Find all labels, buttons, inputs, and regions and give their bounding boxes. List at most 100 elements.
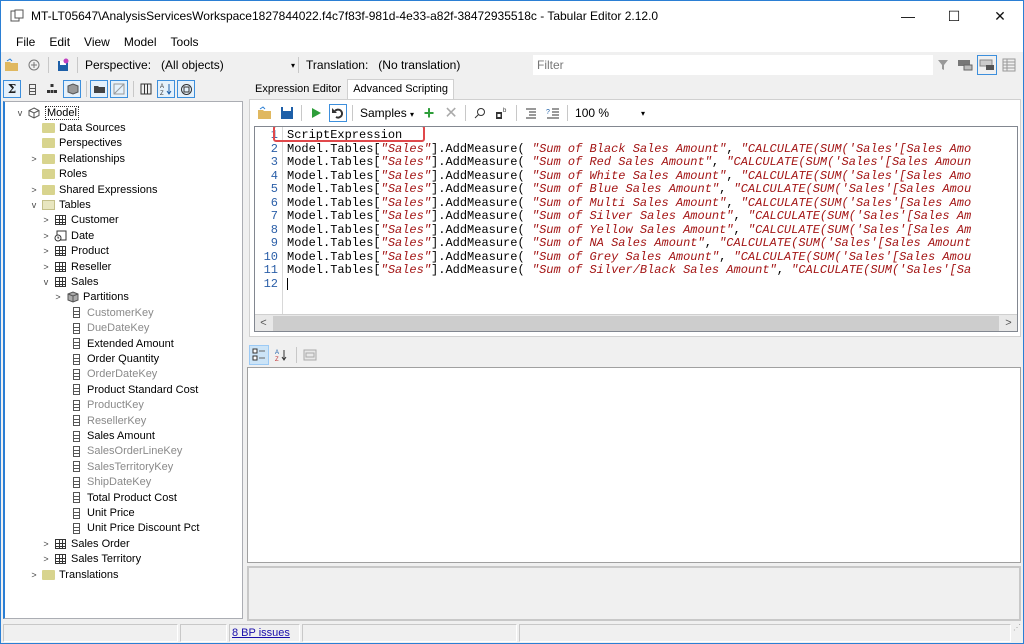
column-icon[interactable]: [23, 80, 41, 98]
tree-node[interactable]: Perspectives: [29, 136, 122, 151]
save-script-icon[interactable]: [278, 104, 296, 122]
menu-file[interactable]: File: [9, 35, 42, 49]
menu-view[interactable]: View: [77, 35, 117, 49]
open-folder-icon[interactable]: [3, 56, 21, 74]
model-tree[interactable]: v Model Data Sources Perspectives > Relatio…: [3, 101, 243, 619]
menu-model[interactable]: Model: [117, 35, 164, 49]
format-icon[interactable]: [522, 104, 540, 122]
horizontal-scrollbar[interactable]: < >: [255, 314, 1017, 331]
tree-node[interactable]: CustomerKey: [67, 305, 154, 320]
tree-node[interactable]: Roles: [29, 167, 87, 182]
deploy-icon[interactable]: [25, 56, 43, 74]
code-line[interactable]: Model.Tables["Sales"].AddMeasure( "Sum o…: [287, 223, 971, 238]
save-icon[interactable]: [54, 56, 72, 74]
chevron-down-icon[interactable]: v: [41, 277, 51, 287]
tree-node[interactable]: Order Quantity: [67, 352, 159, 367]
tree-node[interactable]: ResellerKey: [67, 413, 146, 428]
partition-icon[interactable]: [63, 80, 81, 98]
list-view-icon[interactable]: [999, 55, 1019, 75]
chevron-right-icon[interactable]: >: [41, 554, 51, 564]
tree-node[interactable]: > Reseller: [41, 259, 111, 274]
code-line[interactable]: Model.Tables["Sales"].AddMeasure( "Sum o…: [287, 169, 971, 184]
code-line[interactable]: Model.Tables["Sales"].AddMeasure( "Sum o…: [287, 155, 971, 170]
tree-node[interactable]: Sales Amount: [67, 429, 155, 444]
zoom-dropdown[interactable]: 100 % ▾: [575, 106, 645, 120]
code-line[interactable]: Model.Tables["Sales"].AddMeasure( "Sum o…: [287, 263, 971, 278]
tree-node[interactable]: SalesOrderLineKey: [67, 444, 182, 459]
find-icon[interactable]: [471, 104, 489, 122]
categorized-icon[interactable]: [249, 345, 269, 365]
tab-advanced-scripting[interactable]: Advanced Scripting: [347, 79, 454, 99]
maximize-button[interactable]: ☐: [931, 1, 977, 31]
code-line[interactable]: Model.Tables["Sales"].AddMeasure( "Sum o…: [287, 209, 971, 224]
sigma-icon[interactable]: Σ: [3, 80, 21, 98]
delete-custom-action-icon[interactable]: ✕: [442, 104, 460, 122]
menu-tools[interactable]: Tools: [164, 35, 206, 49]
hidden-objects-icon[interactable]: [110, 80, 128, 98]
code-area[interactable]: ScriptExpression Model.Tables["Sales"].Ad…: [287, 128, 971, 292]
tree-node[interactable]: SalesTerritoryKey: [67, 459, 173, 474]
chevron-right-icon[interactable]: >: [41, 246, 51, 256]
tree-node[interactable]: > Relationships: [29, 151, 125, 166]
script-editor[interactable]: 1 2 3 4 5 6 7 8 9 10 11 12 ScriptExpression Model.Ta…: [254, 126, 1018, 332]
sort-az-icon[interactable]: AZ: [157, 80, 175, 98]
comment-icon[interactable]: ?: [544, 104, 562, 122]
open-script-icon[interactable]: [256, 104, 274, 122]
run-script-icon[interactable]: [307, 104, 325, 122]
tree-node[interactable]: Unit Price Discount Pct: [67, 521, 199, 536]
tree-node[interactable]: DueDateKey: [67, 321, 149, 336]
tree-node[interactable]: > Translations: [29, 567, 118, 582]
perspective-dropdown[interactable]: (All objects) ▾: [155, 55, 295, 75]
chevron-right-icon[interactable]: >: [41, 231, 51, 241]
tree-node[interactable]: v Sales: [41, 275, 99, 290]
folder-icon[interactable]: [90, 80, 108, 98]
tree-node[interactable]: Unit Price: [67, 506, 135, 521]
tree-node[interactable]: OrderDateKey: [67, 367, 157, 382]
chevron-right-icon[interactable]: >: [41, 215, 51, 225]
chevron-right-icon[interactable]: >: [41, 262, 51, 272]
tree-node[interactable]: ProductKey: [67, 398, 144, 413]
chevron-right-icon[interactable]: >: [41, 539, 51, 549]
tree-node[interactable]: > Sales Territory: [41, 552, 141, 567]
tree-node[interactable]: > Sales Order: [41, 536, 129, 551]
code-line[interactable]: Model.Tables["Sales"].AddMeasure( "Sum o…: [287, 196, 971, 211]
tree-node[interactable]: > Partitions: [53, 290, 129, 305]
undo-icon[interactable]: [329, 104, 347, 122]
tree-node[interactable]: > Date: [41, 228, 94, 243]
code-line[interactable]: Model.Tables["Sales"].AddMeasure( "Sum o…: [287, 250, 971, 265]
add-custom-action-icon[interactable]: +: [420, 103, 438, 123]
code-line[interactable]: Model.Tables["Sales"].AddMeasure( "Sum o…: [287, 236, 971, 251]
close-button[interactable]: ✕: [977, 1, 1023, 31]
tree-node[interactable]: Total Product Cost: [67, 490, 177, 505]
tab-expression-editor[interactable]: Expression Editor: [249, 79, 348, 99]
hierarchy-icon[interactable]: [43, 80, 61, 98]
menu-edit[interactable]: Edit: [42, 35, 77, 49]
chevron-right-icon[interactable]: >: [29, 185, 39, 195]
chevron-right-icon[interactable]: >: [29, 570, 39, 580]
tree-node[interactable]: v Tables: [29, 198, 91, 213]
bp-issues-link[interactable]: 8 BP issues: [230, 627, 290, 639]
tree-node-model[interactable]: v Model: [15, 105, 79, 120]
tree-node[interactable]: Extended Amount: [67, 336, 174, 351]
filter-input[interactable]: Filter: [533, 55, 933, 75]
property-pages-icon[interactable]: [300, 345, 320, 365]
columns-layout-icon[interactable]: [137, 80, 155, 98]
resize-grip-icon[interactable]: ⋰: [1013, 623, 1023, 643]
chevron-right-icon[interactable]: >: [53, 292, 63, 302]
chevron-right-icon[interactable]: >: [29, 154, 39, 164]
tree-node[interactable]: > Customer: [41, 213, 118, 228]
tree-node[interactable]: Product Standard Cost: [67, 382, 198, 397]
code-line[interactable]: [287, 277, 971, 292]
code-line[interactable]: Model.Tables["Sales"].AddMeasure( "Sum o…: [287, 142, 971, 157]
filter-funnel-icon[interactable]: [933, 55, 953, 75]
code-line[interactable]: Model.Tables["Sales"].AddMeasure( "Sum o…: [287, 182, 971, 197]
samples-dropdown[interactable]: Samples ▾: [360, 106, 414, 120]
metadata-icon[interactable]: [177, 80, 195, 98]
scrollbar-thumb[interactable]: [273, 315, 999, 331]
tree-node[interactable]: > Shared Expressions: [29, 182, 157, 197]
show-displayfolders-icon[interactable]: [977, 55, 997, 75]
scroll-right-icon[interactable]: >: [1000, 317, 1017, 329]
tree-node[interactable]: ShipDateKey: [67, 475, 151, 490]
replace-icon[interactable]: b: [493, 104, 511, 122]
chevron-down-icon[interactable]: v: [29, 200, 39, 210]
